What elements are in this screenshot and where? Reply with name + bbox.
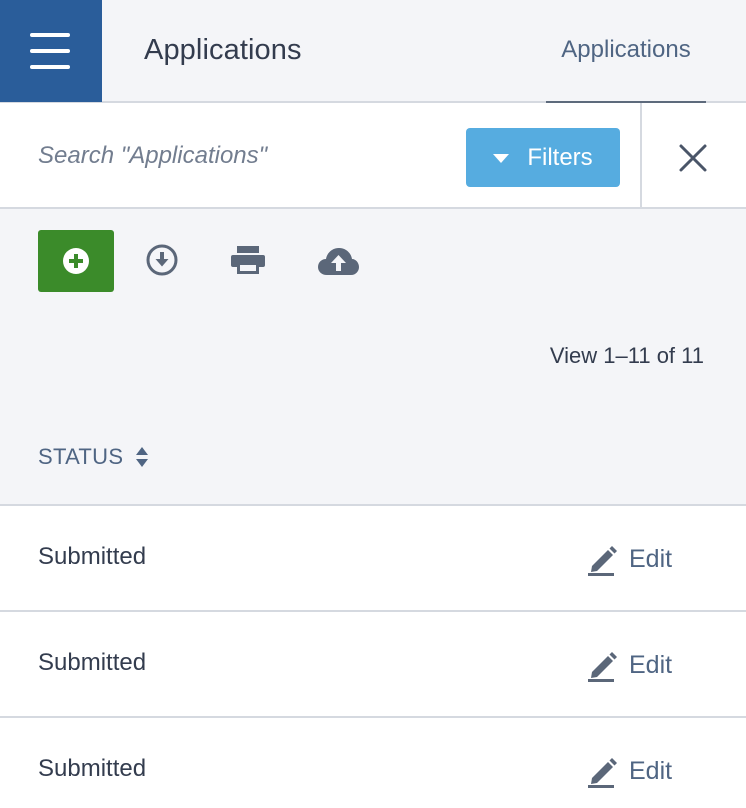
tab-label: Applications: [561, 36, 691, 63]
table-row: Submitted Edit: [0, 506, 746, 612]
search-bar: Filters: [0, 103, 746, 209]
print-icon: [231, 246, 265, 274]
page-title: Applications: [144, 34, 302, 66]
edit-label: Edit: [629, 544, 673, 573]
edit-button[interactable]: Edit: [588, 754, 672, 788]
caret-down-icon: [493, 154, 510, 163]
upload-button[interactable]: [316, 245, 360, 277]
pencil-icon: [588, 651, 617, 682]
edit-button[interactable]: Edit: [588, 648, 672, 682]
pencil-icon: [588, 545, 617, 576]
sort-icon: [136, 447, 149, 467]
table-body: Submitted Edit Submitted Edit Submitted …: [0, 506, 746, 808]
hamburger-icon: [30, 33, 70, 37]
app-window: Applications Applications Filters: [0, 0, 746, 808]
download-circle-icon: [146, 244, 178, 276]
hamburger-icon-bar: [30, 49, 70, 53]
download-button[interactable]: [145, 243, 179, 277]
print-button[interactable]: [229, 244, 267, 276]
table-row: Submitted Edit: [0, 612, 746, 718]
column-header-status[interactable]: STATUS: [38, 442, 149, 472]
pagination-summary: View 1–11 of 11: [549, 343, 704, 368]
tab-applications[interactable]: Applications: [546, 0, 706, 105]
filters-label: Filters: [527, 143, 593, 171]
status-cell: Submitted: [38, 543, 147, 570]
divider: [640, 103, 642, 209]
column-header-label: STATUS: [38, 444, 124, 469]
close-search-button[interactable]: [668, 133, 718, 183]
status-cell: Submitted: [38, 755, 147, 782]
edit-label: Edit: [629, 756, 673, 785]
edit-button[interactable]: Edit: [588, 542, 672, 576]
status-cell: Submitted: [38, 649, 147, 676]
cloud-upload-icon: [318, 248, 359, 275]
plus-circle-icon: [63, 248, 89, 274]
pencil-icon: [588, 757, 617, 788]
menu-button[interactable]: [0, 0, 102, 102]
close-icon: [679, 144, 707, 172]
hamburger-icon-bar: [30, 65, 70, 69]
search-input[interactable]: [26, 133, 446, 179]
top-header: Applications Applications: [0, 0, 746, 105]
table-row: Submitted Edit: [0, 718, 746, 808]
edit-label: Edit: [629, 650, 673, 679]
add-button[interactable]: [38, 230, 114, 292]
filters-button[interactable]: Filters: [466, 128, 620, 187]
